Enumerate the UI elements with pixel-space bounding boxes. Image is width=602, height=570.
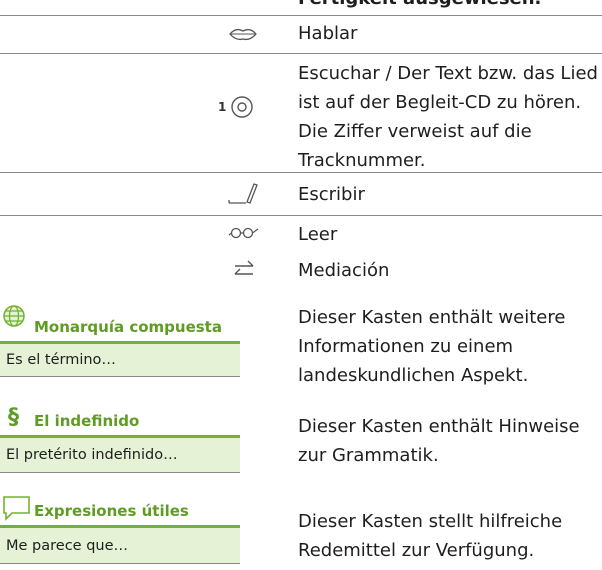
legend-label-escuchar: Escuchar / Der Text bzw. das Lied ist au… (298, 63, 598, 171)
legend-label-leer: Leer (298, 224, 338, 245)
legend-label-escribir: Escribir (298, 184, 365, 205)
box-title-expresiones: Expresiones útiles (34, 502, 189, 520)
cd-icon (231, 96, 253, 118)
box-underline (0, 472, 240, 473)
glasses-icon (228, 227, 259, 239)
box-example-expresiones: Me parece que… (0, 528, 240, 563)
exchange-arrows-icon (234, 260, 254, 275)
globe-icon (3, 305, 25, 327)
legend-label-hablar: Hablar (298, 23, 358, 44)
box-title-indefinido: El indefinido (34, 412, 140, 430)
divider (0, 215, 602, 216)
box-example-indefinido: El pretérito indefinido… (0, 438, 240, 472)
box-example-monarquia: Es el término… (0, 344, 240, 376)
pencil-icon (228, 183, 258, 204)
box-description-monarquia: Dieser Kasten enthält weitere Informatio… (298, 307, 566, 386)
box-title-monarquia: Monarquía compuesta (34, 318, 222, 336)
box-underline (0, 563, 240, 564)
paragraph-icon: § (8, 405, 19, 430)
track-number: 1 (218, 100, 227, 114)
lips-icon (229, 28, 257, 41)
box-description-expresiones: Dieser Kasten stellt hilfreiche Redemitt… (298, 511, 563, 561)
section-heading-fragment: Fertigkeit ausgewiesen. (298, 0, 541, 9)
box-description-indefinido: Dieser Kasten enthält Hinweise zur Gramm… (298, 416, 580, 466)
speech-bubble-icon (3, 496, 30, 521)
legend-label-mediacion: Mediación (298, 260, 390, 281)
divider (0, 53, 602, 54)
divider (0, 15, 602, 16)
box-underline (0, 376, 240, 377)
divider (0, 172, 602, 173)
